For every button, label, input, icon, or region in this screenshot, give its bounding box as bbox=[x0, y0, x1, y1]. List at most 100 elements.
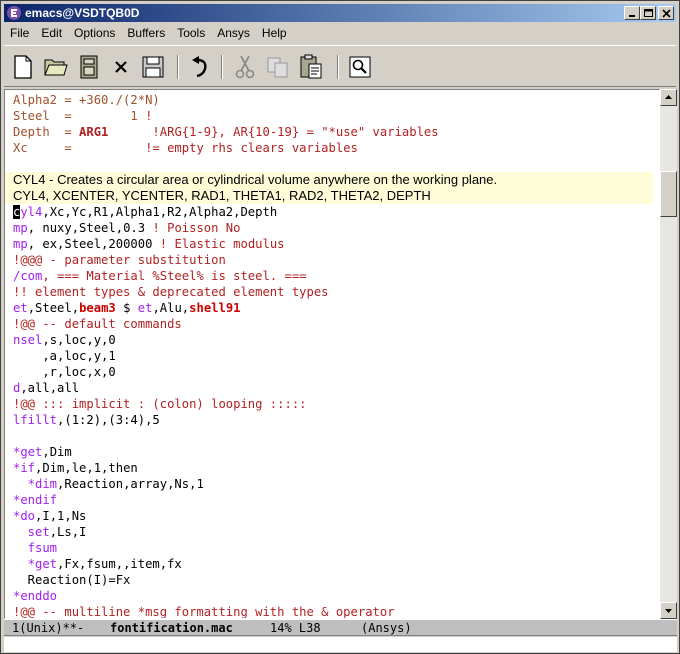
code-line[interactable]: Steel = 1 ! bbox=[13, 108, 653, 124]
menu-file[interactable]: File bbox=[4, 24, 35, 42]
copy-button[interactable] bbox=[265, 54, 291, 80]
code-line[interactable]: !! element types & deprecated element ty… bbox=[13, 284, 653, 300]
code-line[interactable]: lfillt,(1:2),(3:4),5 bbox=[13, 412, 653, 428]
menu-tools[interactable]: Tools bbox=[171, 24, 211, 42]
code-token: , nuxy,Steel,0.3 bbox=[27, 221, 153, 235]
menu-ansys[interactable]: Ansys bbox=[211, 24, 256, 42]
maximize-icon bbox=[644, 9, 653, 17]
toolbar bbox=[4, 45, 676, 87]
code-token: ,(1:2),(3:4),5 bbox=[57, 413, 160, 427]
code-line[interactable]: Depth = ARG1 !ARG{1-9}, AR{10-19} = "*us… bbox=[13, 124, 653, 140]
toolbar-separator bbox=[177, 55, 179, 79]
modeline-position: 14% L38 bbox=[270, 621, 321, 635]
code-line[interactable]: CYL4 - Creates a circular area or cylind… bbox=[5, 172, 653, 188]
menu-options[interactable]: Options bbox=[68, 24, 121, 42]
code-token: Steel = 1 bbox=[13, 109, 146, 123]
code-token: lfillt bbox=[13, 413, 58, 427]
code-token: CYL4, XCENTER, YCENTER, RAD1, THETA1, RA… bbox=[13, 188, 431, 203]
code-line[interactable]: Alpha2 = +360./(2*N) bbox=[13, 92, 653, 108]
code-line[interactable]: Xc = != empty rhs clears variables bbox=[13, 140, 653, 156]
code-line[interactable]: fsum bbox=[13, 540, 653, 556]
minibuffer[interactable] bbox=[4, 637, 677, 652]
paste-icon bbox=[300, 54, 322, 79]
modeline-status: 1(Unix)**- bbox=[12, 621, 85, 635]
paste-button[interactable] bbox=[298, 54, 324, 80]
code-line[interactable]: CYL4, XCENTER, YCENTER, RAD1, THETA1, RA… bbox=[5, 188, 653, 204]
code-line[interactable]: d,all,all bbox=[13, 380, 653, 396]
modeline-major-mode[interactable]: (Ansys) bbox=[361, 620, 412, 636]
code-line[interactable]: *if,Dim,le,1,then bbox=[13, 460, 653, 476]
menu-help[interactable]: Help bbox=[256, 24, 293, 42]
save-as-button[interactable] bbox=[140, 54, 166, 80]
code-token: *enddo bbox=[13, 589, 58, 603]
code-line[interactable]: !@@ -- multiline *msg formatting with th… bbox=[13, 604, 653, 618]
code-line[interactable]: *endif bbox=[13, 492, 653, 508]
code-line[interactable]: ,a,loc,y,1 bbox=[13, 348, 653, 364]
code-token: ,r,loc,x,0 bbox=[13, 365, 116, 379]
code-token: Xc = bbox=[13, 141, 146, 155]
undo-button[interactable] bbox=[187, 54, 213, 80]
code-token: ,Alu, bbox=[152, 301, 190, 315]
code-line[interactable]: ,r,loc,x,0 bbox=[13, 364, 653, 380]
search-button[interactable] bbox=[347, 54, 373, 80]
code-token: CYL4 - Creates a circular area or cylind… bbox=[13, 172, 498, 187]
cut-icon bbox=[235, 55, 255, 79]
code-line[interactable]: nsel,s,loc,y,0 bbox=[13, 332, 653, 348]
mode-line[interactable]: 1(Unix)**- fontification.mac 14% L38 (An… bbox=[4, 619, 677, 636]
new-file-button[interactable] bbox=[10, 54, 36, 80]
code-token: et bbox=[137, 301, 153, 315]
code-line[interactable]: cyl4,Xc,Yc,R1,Alpha1,R2,Alpha2,Depth bbox=[13, 204, 653, 220]
modeline-buffer-name[interactable]: fontification.mac bbox=[110, 620, 233, 636]
minimize-button[interactable] bbox=[624, 6, 640, 20]
code-token: et bbox=[13, 301, 28, 315]
code-line[interactable]: *do,I,1,Ns bbox=[13, 508, 653, 524]
toolbar-separator bbox=[337, 55, 339, 79]
code-token: *get bbox=[13, 557, 58, 571]
scroll-up-button[interactable] bbox=[660, 89, 677, 106]
code-line[interactable]: *dim,Reaction,array,Ns,1 bbox=[13, 476, 653, 492]
code-token: fsum bbox=[13, 541, 58, 555]
title-bar[interactable]: emacs@VSDTQB0D bbox=[4, 4, 676, 22]
scroll-thumb[interactable] bbox=[660, 171, 677, 217]
code-line[interactable]: *get,Dim bbox=[13, 444, 653, 460]
menu-buffers[interactable]: Buffers bbox=[121, 24, 171, 42]
code-token: ,Steel, bbox=[27, 301, 80, 315]
code-line[interactable]: mp, nuxy,Steel,0.3 ! Poisson No bbox=[13, 220, 653, 236]
code-token: *endif bbox=[13, 493, 58, 507]
close-button[interactable] bbox=[658, 6, 674, 20]
code-line[interactable]: set,Ls,I bbox=[13, 524, 653, 540]
close-icon bbox=[662, 9, 671, 18]
code-line[interactable]: mp, ex,Steel,200000 ! Elastic modulus bbox=[13, 236, 653, 252]
close-buffer-button[interactable] bbox=[108, 54, 134, 80]
code-token: yl4 bbox=[20, 205, 43, 219]
code-line[interactable] bbox=[13, 428, 653, 444]
code-line[interactable]: *enddo bbox=[13, 588, 653, 604]
code-token: /com bbox=[13, 269, 43, 283]
code-line[interactable]: Reaction(I)=Fx bbox=[13, 572, 653, 588]
code-token: , ex,Steel,200000 bbox=[27, 237, 160, 251]
maximize-button[interactable] bbox=[640, 6, 656, 20]
arrow-up-icon bbox=[665, 95, 672, 99]
save-disk-icon bbox=[80, 55, 98, 79]
code-line[interactable]: !@@@ - parameter substitution bbox=[13, 252, 653, 268]
code-area[interactable]: Alpha2 = +360./(2*N) Steel = 1 ! Depth = A… bbox=[5, 92, 653, 618]
code-token: Depth = bbox=[13, 125, 80, 139]
menu-bar: File Edit Options Buffers Tools Ansys He… bbox=[4, 23, 676, 42]
code-line[interactable]: et,Steel,beam3 $ et,Alu,shell91 bbox=[13, 300, 653, 316]
vertical-scrollbar[interactable] bbox=[660, 89, 677, 619]
open-folder-button[interactable] bbox=[43, 54, 69, 80]
code-line[interactable]: !@@ -- default commands bbox=[13, 316, 653, 332]
code-line[interactable]: !@@ ::: implicit : (colon) looping ::::: bbox=[13, 396, 653, 412]
menu-edit[interactable]: Edit bbox=[35, 24, 68, 42]
code-line[interactable]: *get,Fx,fsum,,item,fx bbox=[13, 556, 653, 572]
save-button[interactable] bbox=[76, 54, 102, 80]
scroll-down-button[interactable] bbox=[660, 602, 677, 619]
code-token: , === Material %Steel% is steel. === bbox=[42, 269, 307, 283]
code-token: nsel bbox=[13, 333, 43, 347]
editor-buffer[interactable]: Alpha2 = +360./(2*N) Steel = 1 ! Depth = A… bbox=[4, 89, 660, 619]
code-line[interactable] bbox=[13, 156, 653, 172]
code-line[interactable]: /com, === Material %Steel% is steel. === bbox=[13, 268, 653, 284]
cut-button[interactable] bbox=[232, 54, 258, 80]
new-file-icon bbox=[14, 55, 32, 79]
code-token: !! element types & deprecated element ty… bbox=[13, 285, 329, 299]
